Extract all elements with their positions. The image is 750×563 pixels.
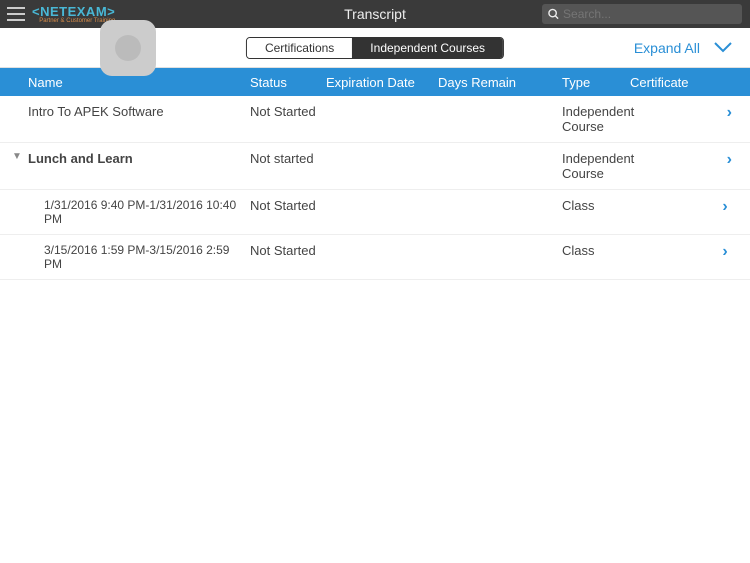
row-arrow[interactable]: › <box>710 198 740 216</box>
cell-status: Not started <box>250 151 326 166</box>
touch-indicator <box>100 20 156 76</box>
col-type: Type <box>562 75 630 90</box>
chevron-right-icon: › <box>727 151 732 168</box>
row-arrow[interactable]: › <box>714 151 744 169</box>
logo: <NETEXAM> Partner & Customer Training <box>32 4 115 24</box>
row-arrow[interactable]: › <box>710 243 740 261</box>
table-body: Intro To APEK SoftwareNot StartedIndepen… <box>0 96 750 280</box>
tab-certifications[interactable]: Certifications <box>247 38 352 58</box>
cell-name: Intro To APEK Software <box>0 104 250 119</box>
cell-status: Not Started <box>250 243 326 258</box>
col-days-remain: Days Remain <box>438 75 562 90</box>
table-row[interactable]: ▼Lunch and LearnNot started Independent C… <box>0 143 750 190</box>
caret-down-icon: ▼ <box>12 151 22 162</box>
tab-independent-courses[interactable]: Independent Courses <box>352 38 503 58</box>
search-icon <box>548 8 559 20</box>
menu-button[interactable] <box>0 0 32 28</box>
logo-main: <NETEXAM> <box>32 4 115 19</box>
table-row[interactable]: 1/31/2016 9:40 PM-1/31/2016 10:40 PMNot … <box>0 190 750 235</box>
col-status: Status <box>250 75 326 90</box>
chevron-down-icon <box>714 42 732 54</box>
table-row[interactable]: 3/15/2016 1:59 PM-3/15/2016 2:59 PMNot S… <box>0 235 750 280</box>
cell-status: Not Started <box>250 104 326 119</box>
hamburger-icon <box>7 7 25 21</box>
row-arrow[interactable]: › <box>714 104 744 122</box>
cell-type: Class <box>562 243 630 258</box>
cell-name: Lunch and Learn <box>0 151 250 166</box>
chevron-right-icon: › <box>727 104 732 121</box>
col-certificate: Certificate <box>630 75 710 90</box>
expand-all-label: Expand All <box>634 40 700 56</box>
cell-status: Not Started <box>250 198 326 213</box>
page-title: Transcript <box>344 6 406 22</box>
search-box[interactable] <box>542 4 742 24</box>
cell-type: Independent Course <box>562 104 634 134</box>
chevron-right-icon: › <box>722 198 727 215</box>
col-name: Name <box>0 75 250 90</box>
cell-type: Independent Course <box>562 151 634 181</box>
expand-all-button[interactable]: Expand All <box>634 40 732 56</box>
col-expiration: Expiration Date <box>326 75 438 90</box>
cell-type: Class <box>562 198 630 213</box>
cell-name: 1/31/2016 9:40 PM-1/31/2016 10:40 PM <box>0 198 250 226</box>
cell-name: 3/15/2016 1:59 PM-3/15/2016 2:59 PM <box>0 243 250 271</box>
table-row[interactable]: Intro To APEK SoftwareNot Started Indepen… <box>0 96 750 143</box>
touch-indicator-inner <box>115 35 141 61</box>
segmented-control: Certifications Independent Courses <box>246 37 504 59</box>
chevron-right-icon: › <box>722 243 727 260</box>
toolbar: Certifications Independent Courses Expan… <box>0 28 750 68</box>
search-input[interactable] <box>563 7 736 21</box>
